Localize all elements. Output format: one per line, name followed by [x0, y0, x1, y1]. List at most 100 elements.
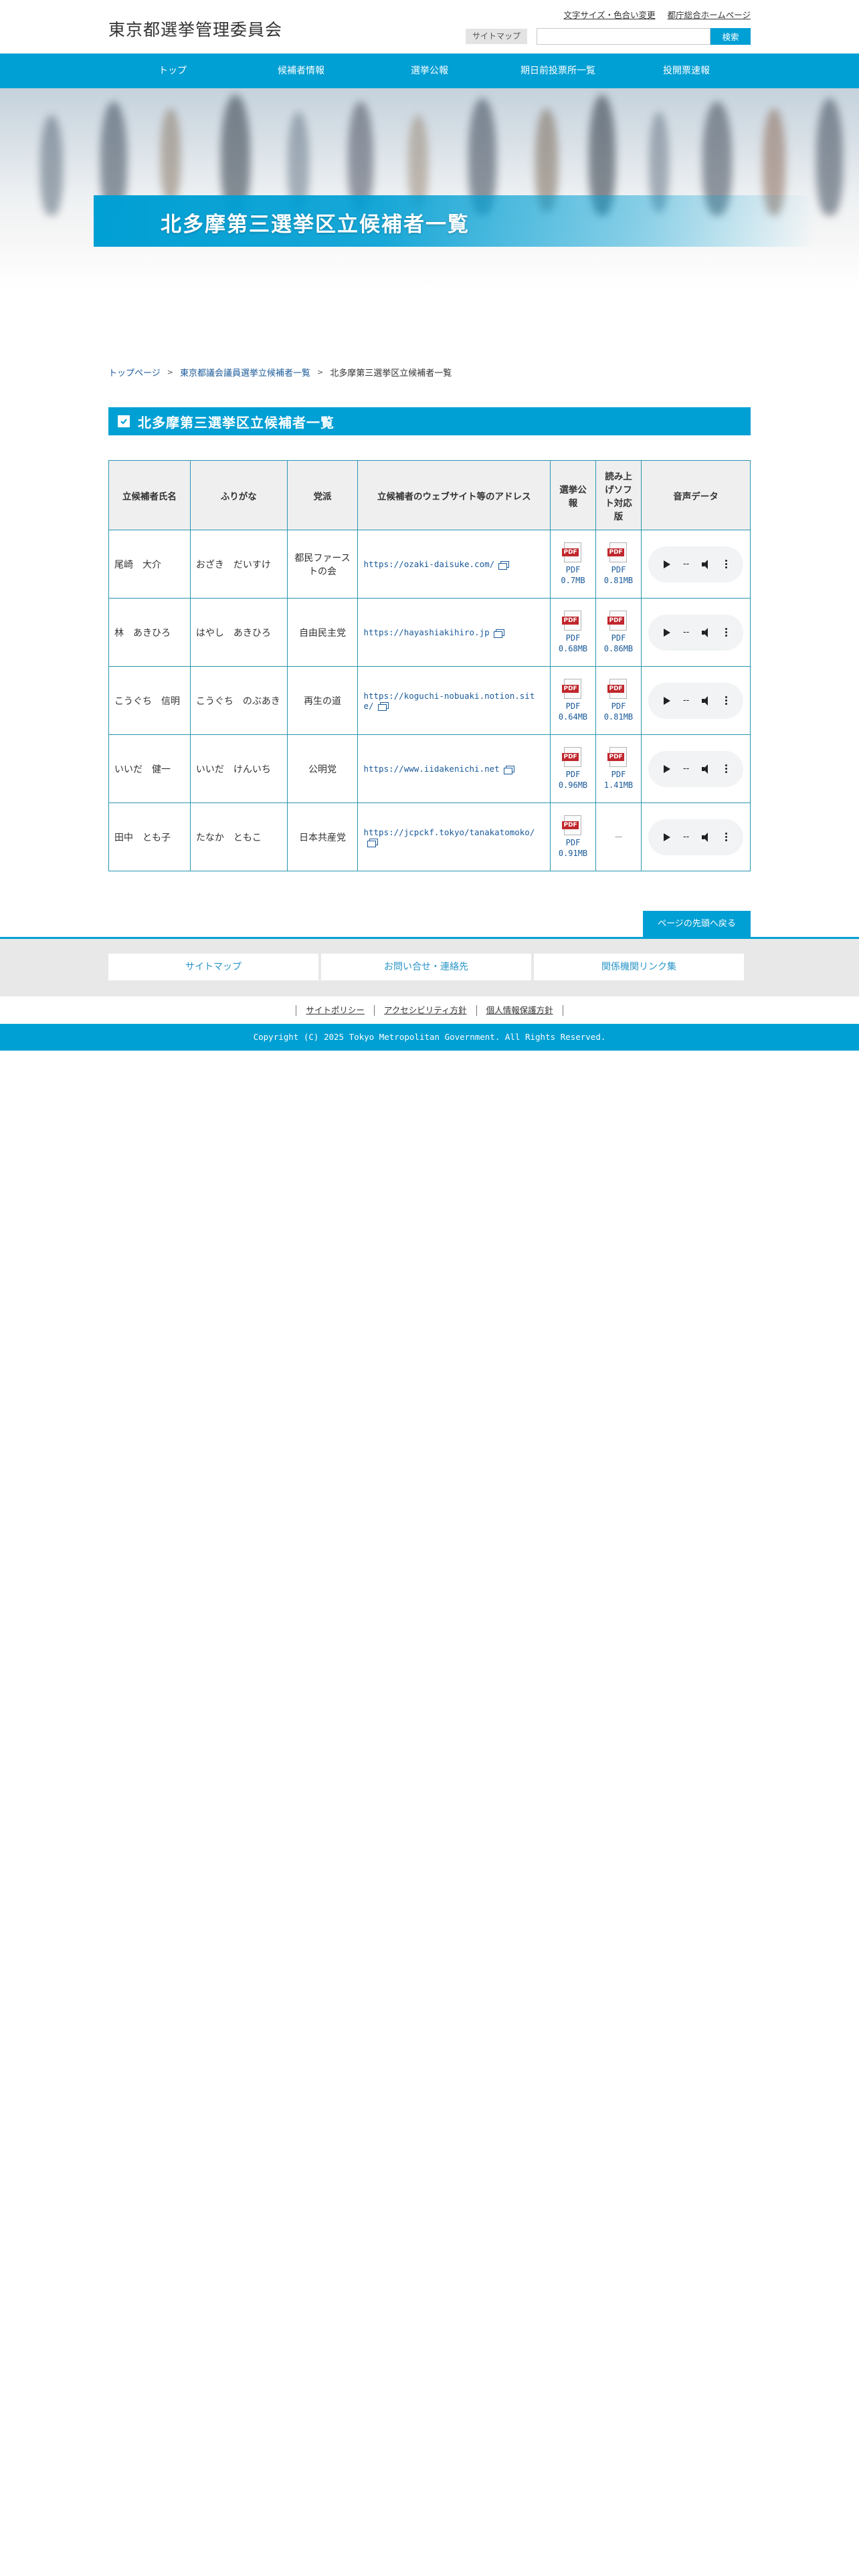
back-to-top-button[interactable]: ページの先頭へ戻る [643, 911, 751, 938]
play-icon[interactable] [664, 628, 671, 637]
pdf-size: 0.81MB [603, 712, 634, 722]
audio-cell: -- [640, 530, 751, 599]
nav-item-bulletin[interactable]: 選挙公報 [365, 53, 494, 88]
external-link-icon [503, 765, 514, 774]
bulletin-cell: PDF PDF 0.91MB [550, 802, 596, 871]
bulletin-pdf-link[interactable]: PDF PDF 0.91MB [556, 815, 590, 859]
website-cell: https://hayashiakihiro.jp [357, 598, 551, 667]
website-cell: https://jcpckf.tokyo/tanakatomoko/ [357, 802, 551, 871]
audio-cell: -- [640, 598, 751, 667]
candidate-name: いいだ 健一 [108, 734, 191, 803]
reader-pdf-link[interactable]: PDF PDF 1.41MB [601, 747, 636, 790]
website-link[interactable]: https://ozaki-daisuke.com/ [363, 559, 494, 569]
volume-icon[interactable] [701, 695, 712, 706]
audio-time: -- [682, 627, 690, 637]
nav-item-early-voting[interactable]: 期日前投票所一覧 [494, 53, 622, 88]
pdf-size: 0.81MB [603, 576, 634, 585]
reader-cell: PDF PDF 0.81MB [595, 666, 642, 735]
breadcrumb-top-link[interactable]: トップページ [108, 366, 161, 379]
bulletin-cell: PDF PDF 0.7MB [550, 530, 596, 599]
candidate-party: 公明党 [286, 734, 359, 803]
table-row: 尾崎 大介 おざき だいすけ 都民ファーストの会 https://ozaki-d… [108, 530, 751, 599]
reader-pdf-link[interactable]: PDF PDF 0.86MB [601, 611, 636, 654]
more-icon[interactable] [725, 833, 728, 841]
table-row: こうぐち 信明 こうぐち のぶあき 再生の道 https://koguchi-n… [108, 666, 751, 735]
breadcrumb: トップページ > 東京都議会議員選挙立候補者一覧 > 北多摩第三選挙区立候補者一… [108, 366, 452, 379]
bulletin-cell: PDF PDF 0.64MB [550, 666, 596, 735]
candidates-table: 立候補者氏名 ふりがな 党派 立候補者のウェブサイト等のアドレス 選挙公報 読み… [108, 460, 751, 871]
breadcrumb-separator: > [167, 368, 173, 377]
breadcrumb-candidates-link[interactable]: 東京都議会議員選挙立候補者一覧 [180, 366, 310, 379]
accessibility-policy-link[interactable]: アクセシビリティ方針 [373, 1005, 476, 1016]
privacy-policy-link[interactable]: 個人情報保護方針 [476, 1005, 563, 1016]
audio-player[interactable]: -- [648, 546, 743, 582]
breadcrumb-separator: > [316, 368, 324, 377]
pdf-icon: PDF [607, 679, 628, 699]
more-icon[interactable] [725, 696, 728, 705]
candidate-furigana: おざき だいすけ [189, 530, 288, 599]
play-icon[interactable] [664, 560, 671, 568]
footer-contact-link[interactable]: お問い合せ・連絡先 [321, 954, 531, 980]
font-size-color-link[interactable]: 文字サイズ・色合い変更 [563, 8, 655, 21]
volume-icon[interactable] [701, 559, 712, 569]
sitemap-button[interactable]: サイトマップ [465, 29, 527, 44]
reader-pdf-link[interactable]: PDF PDF 0.81MB [601, 542, 636, 586]
table-row: いいだ 健一 いいだ けんいち 公明党 https://www.iidakeni… [108, 734, 751, 803]
candidate-party: 日本共産党 [286, 802, 359, 871]
site-policy-link[interactable]: サイトポリシー [296, 1005, 374, 1016]
pdf-label: PDF [611, 565, 626, 574]
pdf-label: PDF [565, 770, 581, 779]
bulletin-cell: PDF PDF 0.96MB [550, 734, 596, 803]
play-icon[interactable] [664, 764, 671, 773]
volume-icon[interactable] [701, 764, 712, 774]
nav-item-top[interactable]: トップ [108, 53, 237, 88]
candidate-furigana: たなか ともこ [189, 802, 288, 871]
header-bulletin: 選挙公報 [550, 460, 596, 530]
breadcrumb-current: 北多摩第三選挙区立候補者一覧 [330, 368, 452, 379]
external-link-icon [498, 560, 510, 570]
audio-cell: -- [640, 666, 751, 735]
pdf-size: 0.64MB [558, 712, 588, 722]
nav-item-results[interactable]: 投開票速報 [622, 53, 751, 88]
metro-homepage-link[interactable]: 都庁総合ホームページ [668, 8, 751, 21]
more-icon[interactable] [725, 560, 728, 568]
header-furigana: ふりがな [189, 460, 288, 530]
hero-title-bar: 北多摩第三選挙区立候補者一覧 [94, 195, 816, 247]
bulletin-pdf-link[interactable]: PDF PDF 0.68MB [556, 611, 590, 654]
audio-player[interactable]: -- [648, 819, 743, 855]
footer-links: サイトマップ お問い合せ・連絡先 関係機関リンク集 [0, 939, 859, 996]
candidate-name: こうぐち 信明 [108, 666, 191, 735]
search-row: サイトマップ 検索 [465, 28, 751, 45]
play-icon[interactable] [664, 696, 671, 705]
website-link[interactable]: https://hayashiakihiro.jp [363, 627, 489, 637]
more-icon[interactable] [725, 764, 728, 773]
pdf-label: PDF [611, 702, 626, 711]
bulletin-pdf-link[interactable]: PDF PDF 0.96MB [556, 747, 590, 790]
audio-cell: -- [640, 802, 751, 871]
audio-player[interactable]: -- [648, 750, 743, 787]
audio-player[interactable]: -- [648, 614, 743, 651]
search-input[interactable] [537, 28, 710, 45]
pdf-icon: PDF [562, 679, 582, 699]
bulletin-pdf-link[interactable]: PDF PDF 0.7MB [556, 542, 590, 586]
reader-pdf-link[interactable]: PDF PDF 0.81MB [601, 679, 636, 722]
footer-sitemap-link[interactable]: サイトマップ [108, 954, 318, 980]
pdf-size: 1.41MB [603, 780, 634, 790]
nav-item-candidates[interactable]: 候補者情報 [237, 53, 365, 88]
pdf-size: 0.68MB [558, 644, 588, 653]
volume-icon[interactable] [701, 627, 712, 637]
website-link[interactable]: https://www.iidakenichi.net [363, 764, 499, 774]
volume-icon[interactable] [701, 832, 712, 842]
header-name: 立候補者氏名 [108, 460, 191, 530]
website-link[interactable]: https://koguchi-nobuaki.notion.site/ [363, 691, 535, 711]
bulletin-pdf-link[interactable]: PDF PDF 0.64MB [556, 679, 590, 722]
audio-player[interactable]: -- [648, 682, 743, 719]
website-link[interactable]: https://jcpckf.tokyo/tanakatomoko/ [363, 827, 535, 837]
site-title[interactable]: 東京都選挙管理委員会 [108, 17, 282, 41]
audio-time: -- [682, 695, 690, 706]
play-icon[interactable] [664, 833, 671, 841]
more-icon[interactable] [725, 628, 728, 637]
footer-related-links[interactable]: 関係機関リンク集 [534, 954, 744, 980]
external-link-icon [367, 839, 379, 847]
search-button[interactable]: 検索 [710, 28, 751, 45]
